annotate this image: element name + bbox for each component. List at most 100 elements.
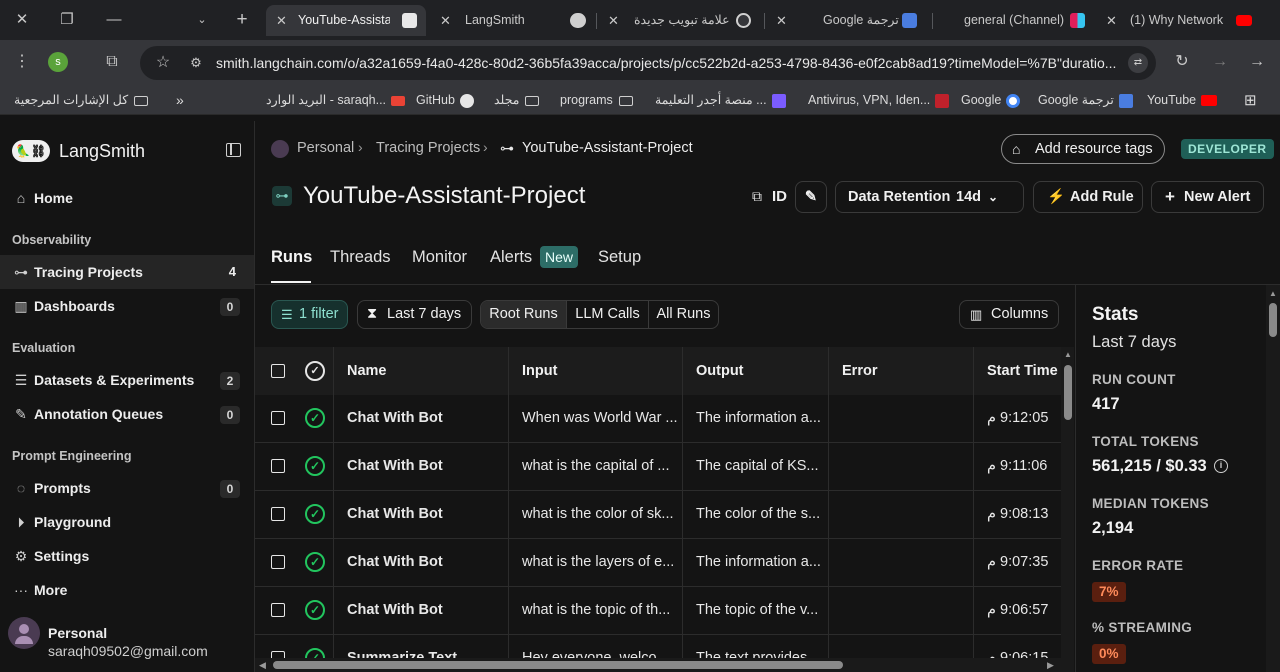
select-all-checkbox[interactable]	[271, 364, 285, 378]
apps-grid-icon[interactable]: ⊞	[1244, 86, 1257, 115]
sidebar-item-tracing-projects[interactable]: ⊶ Tracing Projects 4	[0, 255, 254, 289]
table-row[interactable]: ✓ Chat With Bot what is the topic of th...…	[255, 587, 1061, 635]
cell-input[interactable]: what is the capital of ...	[522, 443, 680, 491]
stats-scrollbar[interactable]: ▲	[1266, 285, 1280, 672]
bookmark-gmail[interactable]: البريد الوارد - saraqh...	[266, 86, 406, 115]
table-row[interactable]: ✓ Chat With Bot When was World War ... The …	[255, 395, 1061, 443]
sidebar-item-playground[interactable]: ⏵ Playground	[0, 505, 254, 539]
tab-threads[interactable]: Threads	[330, 248, 391, 267]
window-close-icon[interactable]: ✕	[10, 8, 34, 32]
table-row[interactable]: ✓ Chat With Bot what is the capital of ...…	[255, 443, 1061, 491]
root-runs-button[interactable]: Root Runs	[481, 301, 566, 328]
bookmark-all[interactable]: كل الإشارات المرجعية	[14, 86, 149, 115]
tab-runs[interactable]: Runs	[271, 248, 312, 267]
tab-close-icon[interactable]: ✕	[276, 5, 287, 36]
row-checkbox[interactable]	[271, 507, 285, 521]
copy-icon[interactable]: ⧉	[752, 188, 762, 205]
cell-output[interactable]: The information a...	[696, 539, 826, 587]
scroll-thumb[interactable]	[273, 661, 843, 669]
new-alert-button[interactable]: + New Alert	[1151, 181, 1264, 213]
col-header-error[interactable]: Error	[842, 347, 878, 395]
cell-name[interactable]: Chat With Bot	[347, 491, 497, 539]
add-rule-button[interactable]: ⚡ Add Rule	[1033, 181, 1143, 213]
columns-button[interactable]: ▥ Columns	[959, 300, 1059, 329]
tab-alerts[interactable]: Alerts	[490, 248, 532, 267]
scroll-thumb[interactable]	[1064, 365, 1072, 420]
tab-close-icon[interactable]: ✕	[1106, 5, 1117, 36]
bookmark-translate[interactable]: Google ترجمة	[1038, 86, 1133, 115]
sidebar-item-datasets[interactable]: ☰ Datasets & Experiments 2	[0, 363, 254, 397]
cell-name[interactable]: Chat With Bot	[347, 395, 497, 443]
cell-output[interactable]: The information a...	[696, 395, 826, 443]
bookmark-youtube[interactable]: YouTube	[1147, 86, 1218, 115]
add-resource-tags-button[interactable]: ⌂ Add resource tags	[1001, 134, 1165, 164]
bookmark-programs[interactable]: programs	[560, 86, 633, 115]
url-text[interactable]: smith.langchain.com/o/a32a1659-f4a0-428c…	[216, 46, 1116, 80]
cell-input[interactable]: what is the layers of e...	[522, 539, 680, 587]
col-header-output[interactable]: Output	[696, 347, 744, 395]
bookmark-google[interactable]: Google	[961, 86, 1021, 115]
cell-input[interactable]: When was World War ...	[522, 395, 680, 443]
reload-icon[interactable]: ↻	[1171, 52, 1193, 72]
bookmark-folder[interactable]: مجلد	[494, 86, 540, 115]
browser-tab-youtube[interactable]: ✕ (1) Why Network	[1102, 5, 1262, 36]
filter-button[interactable]: ☰ 1 filter	[271, 300, 348, 329]
breadcrumb-tracing-projects[interactable]: Tracing Projects	[376, 140, 480, 156]
scroll-left-icon[interactable]: ◀	[259, 660, 266, 671]
cell-input[interactable]: what is the topic of th...	[522, 587, 680, 635]
bookmark-github[interactable]: GitHub	[416, 86, 474, 115]
cell-output[interactable]: The color of the s...	[696, 491, 826, 539]
col-header-input[interactable]: Input	[522, 347, 558, 395]
row-checkbox[interactable]	[271, 411, 285, 425]
sidebar-item-settings[interactable]: ⚙ Settings	[0, 539, 254, 573]
collapse-sidebar-icon[interactable]	[226, 143, 241, 157]
window-restore-icon[interactable]: ❐	[55, 8, 79, 32]
bookmark-platform[interactable]: منصة أجدر التعليمة ...	[655, 86, 786, 115]
avatar[interactable]	[8, 617, 40, 649]
table-row[interactable]: ✓ Chat With Bot what is the layers of e...…	[255, 539, 1061, 587]
table-vertical-scrollbar[interactable]: ▲	[1061, 347, 1074, 672]
back-icon[interactable]: →	[1246, 52, 1268, 72]
browser-tab-slack[interactable]: general (Channel)	[936, 5, 1096, 36]
table-horizontal-scrollbar[interactable]: ◀ ▶	[255, 658, 1061, 672]
browser-tab-langsmith[interactable]: ✕ LangSmith	[432, 5, 592, 36]
project-id-button[interactable]: ID	[772, 188, 787, 205]
col-header-start-time[interactable]: Start Time	[987, 347, 1058, 395]
cell-name[interactable]: Chat With Bot	[347, 587, 497, 635]
translate-page-icon[interactable]: ⇄	[1128, 53, 1148, 73]
more-bookmarks-icon[interactable]: »	[176, 86, 184, 115]
cell-name[interactable]: Chat With Bot	[347, 443, 497, 491]
breadcrumb-project[interactable]: YouTube-Assistant-Project	[522, 140, 693, 156]
breadcrumb-personal[interactable]: Personal	[297, 140, 354, 156]
data-retention-button[interactable]: Data Retention 14d ⌄	[835, 181, 1024, 213]
sidebar-item-prompts[interactable]: ◌ Prompts 0	[0, 471, 254, 505]
scroll-thumb[interactable]	[1269, 303, 1277, 337]
sidebar-item-annotation-queues[interactable]: ✎ Annotation Queues 0	[0, 397, 254, 431]
table-row[interactable]: ✓ Chat With Bot what is the color of sk...…	[255, 491, 1061, 539]
scroll-right-icon[interactable]: ▶	[1047, 660, 1054, 671]
row-checkbox[interactable]	[271, 603, 285, 617]
row-checkbox[interactable]	[271, 459, 285, 473]
tab-monitor[interactable]: Monitor	[412, 248, 467, 267]
browser-tab-new[interactable]: ✕ علامة تبويب جديدة	[600, 5, 760, 36]
tab-search-icon[interactable]: ⌄	[190, 8, 214, 32]
site-info-icon[interactable]: ⚙	[185, 53, 207, 73]
sidebar-item-more[interactable]: ··· More	[0, 573, 254, 607]
col-header-name[interactable]: Name	[347, 347, 387, 395]
bookmark-antivirus[interactable]: Antivirus, VPN, Iden...	[808, 86, 950, 115]
profile-avatar[interactable]: s	[48, 52, 68, 72]
llm-calls-button[interactable]: LLM Calls	[567, 301, 648, 328]
browser-tab-google-translate[interactable]: ✕ Google ترجمة	[768, 5, 928, 36]
cell-input[interactable]: what is the color of sk...	[522, 491, 680, 539]
cell-output[interactable]: The capital of KS...	[696, 443, 826, 491]
all-runs-button[interactable]: All Runs	[649, 301, 718, 328]
tab-close-icon[interactable]: ✕	[608, 5, 619, 36]
menu-kebab-icon[interactable]: ⋮	[11, 52, 33, 72]
window-minimize-icon[interactable]: —	[102, 8, 126, 32]
address-bar[interactable]: ☆ ⚙ smith.langchain.com/o/a32a1659-f4a0-…	[140, 46, 1156, 80]
scroll-up-icon[interactable]: ▲	[1064, 350, 1072, 359]
tab-setup[interactable]: Setup	[598, 248, 641, 267]
bookmark-star-icon[interactable]: ☆	[152, 53, 174, 73]
sidebar-item-dashboards[interactable]: ▥ Dashboards 0	[0, 289, 254, 323]
extensions-icon[interactable]: ⧉	[101, 52, 123, 72]
